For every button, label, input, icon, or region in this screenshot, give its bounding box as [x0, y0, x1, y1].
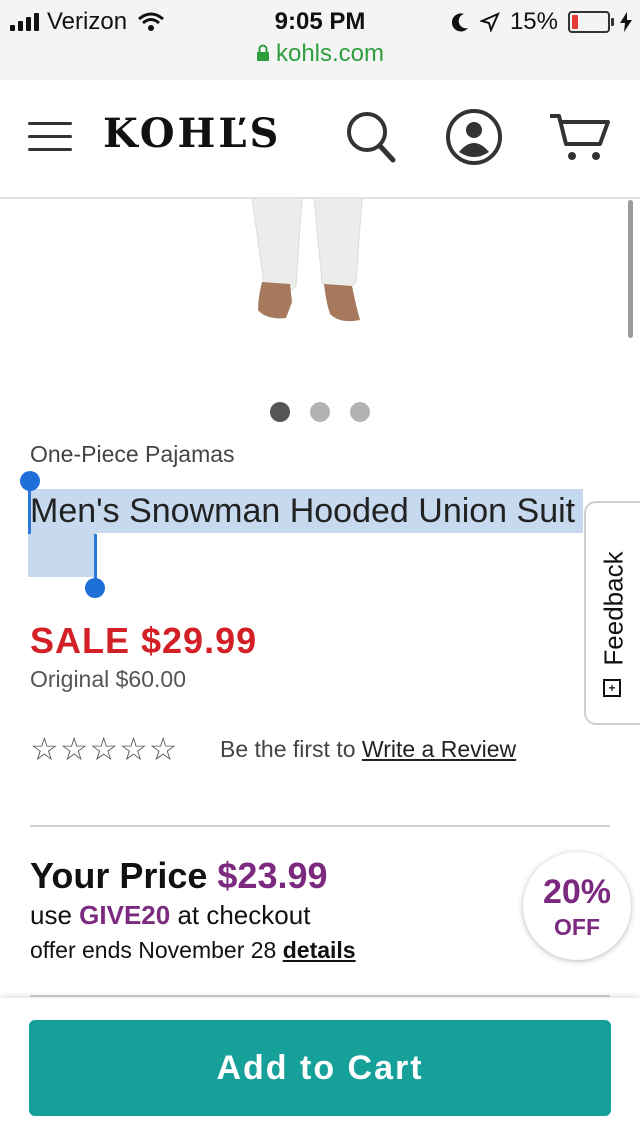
url-text: kohls.com — [275, 40, 385, 67]
write-review-link[interactable]: Write a Review — [362, 736, 516, 762]
add-to-cart-button[interactable]: Add to Cart — [29, 1020, 611, 1116]
text-selection-highlight — [28, 533, 96, 577]
status-bar: Verizon 9:05 PM 15% kohls.com — [0, 0, 640, 81]
carousel-dot[interactable] — [270, 402, 290, 422]
divider — [30, 995, 610, 997]
battery-icon — [568, 11, 614, 33]
sale-price: SALE $29.99 — [30, 620, 258, 661]
details-link[interactable]: details — [283, 937, 356, 963]
cart-icon[interactable] — [548, 112, 612, 164]
charging-icon — [620, 12, 632, 32]
divider — [30, 825, 610, 827]
battery-percent: 15% — [509, 8, 558, 35]
lock-icon — [256, 44, 269, 61]
carousel-dot[interactable] — [350, 402, 370, 422]
search-icon[interactable] — [344, 108, 398, 164]
account-icon[interactable] — [445, 108, 503, 166]
promo-suffix: at checkout — [170, 900, 311, 930]
promo-code: GIVE20 — [79, 900, 171, 930]
selection-end-handle[interactable] — [85, 578, 105, 598]
rating-stars[interactable]: ☆☆☆☆☆ — [30, 730, 178, 768]
feedback-tab[interactable]: Feedback + — [584, 501, 640, 725]
promo-code-line: use GIVE20 at checkout — [30, 900, 310, 931]
discount-badge: 20% OFF — [523, 852, 631, 960]
scrollbar[interactable] — [628, 200, 633, 338]
location-arrow-icon — [479, 12, 500, 32]
product-title[interactable]: Men's Snowman Hooded Union Suit — [30, 489, 590, 533]
carousel-dot[interactable] — [310, 402, 330, 422]
original-price: Original $60.00 — [30, 666, 186, 692]
carousel-dots — [270, 402, 370, 422]
promo-prefix: use — [30, 900, 80, 930]
plus-icon: + — [603, 679, 621, 697]
offer-text: offer ends November 28 — [30, 937, 283, 963]
your-price: Your Price $23.99 — [30, 855, 328, 897]
badge-off: OFF — [554, 914, 600, 940]
your-price-amount: $23.99 — [217, 855, 328, 896]
product-category: One-Piece Pajamas — [30, 441, 235, 467]
offer-line: offer ends November 28 details — [30, 937, 356, 964]
review-prompt: Be the first to Write a Review — [220, 736, 516, 763]
url-bar[interactable]: kohls.com — [0, 40, 640, 68]
kohls-logo[interactable]: KOHĽS — [103, 110, 281, 157]
site-header: KOHĽS — [0, 80, 640, 199]
badge-percent: 20% — [542, 873, 612, 911]
product-photo — [251, 197, 363, 322]
moon-icon — [451, 13, 468, 32]
review-prefix: Be the first to — [220, 736, 362, 762]
status-icons: 15% — [451, 8, 632, 36]
selection-start-handle[interactable] — [20, 471, 40, 491]
your-price-label: Your Price — [30, 855, 218, 896]
product-image[interactable] — [0, 197, 640, 388]
menu-icon[interactable] — [28, 122, 72, 152]
sticky-footer: Add to Cart — [0, 998, 640, 1136]
